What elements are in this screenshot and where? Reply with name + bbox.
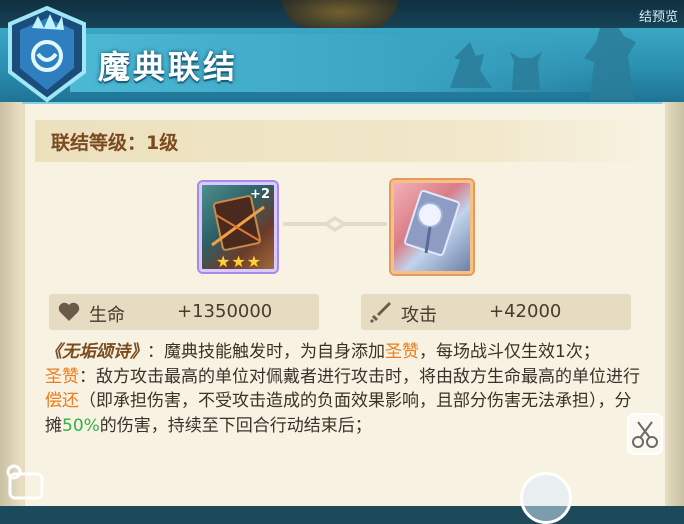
stat-hp-value: +1350000 xyxy=(177,301,273,322)
grimoire-card-1[interactable]: +2 ★★★ xyxy=(199,182,277,272)
preview-tab-label[interactable]: 结预览 xyxy=(639,6,678,25)
sword-icon xyxy=(369,302,391,324)
share-percent: 50% xyxy=(62,415,100,436)
link-description: 《无垢颂诗》：魔典技能触发时，为自身添加圣赞，每场战斗仅生效1次； 圣赞：敌方攻… xyxy=(45,340,645,438)
cat-silhouette-icon xyxy=(510,52,542,90)
page-title: 魔典联结 xyxy=(98,48,239,86)
link-level-label: 联结等级：1级 xyxy=(51,132,179,154)
window-icon[interactable] xyxy=(2,462,48,502)
stat-attack: 攻击 +42000 xyxy=(361,294,631,330)
stat-hp-label: 生命 xyxy=(89,305,125,326)
skill-name: 《无垢颂诗》 xyxy=(45,342,147,362)
rose-tome-icon xyxy=(404,189,460,257)
desc-line2-a: ：敌方攻击最高的单位对佩戴者进行攻击时，将由敌方生命最高的单位进行 xyxy=(79,366,640,387)
card-stars: ★★★ xyxy=(216,252,263,271)
link-connector-icon xyxy=(283,216,387,232)
link-panel: 联结等级：1级 +2 ★★★ 生命 +1350000 攻击 +42000 《无垢… xyxy=(22,104,668,506)
stat-attack-label: 攻击 xyxy=(401,305,437,326)
term-holy-praise-2: 圣赞 xyxy=(45,366,79,387)
header-banner: 魔典联结 xyxy=(0,28,684,105)
wizard-silhouette-icon xyxy=(450,42,492,88)
stat-attack-value: +42000 xyxy=(489,301,562,322)
scissors-icon[interactable] xyxy=(626,412,664,456)
desc-line2-c: 的伤害，持续至下回合行动结束后； xyxy=(99,415,372,436)
term-repay: 偿还 xyxy=(45,391,79,411)
desc-line1-b: ，每场战斗仅生效1次； xyxy=(419,342,600,362)
card-plus-level: +2 xyxy=(250,187,270,202)
knight-silhouette-icon xyxy=(584,28,636,100)
float-button[interactable] xyxy=(520,472,572,524)
term-holy-praise: 圣赞 xyxy=(385,342,419,362)
level-band: 联结等级：1级 xyxy=(35,120,655,162)
stat-hp: 生命 +1350000 xyxy=(49,294,319,330)
panel-left-border xyxy=(0,102,22,506)
link-emblem-icon xyxy=(8,6,86,102)
grimoire-card-2[interactable] xyxy=(391,180,473,274)
heart-icon xyxy=(58,302,80,321)
desc-line1-a: ：魔典技能触发时，为自身添加 xyxy=(147,342,385,362)
